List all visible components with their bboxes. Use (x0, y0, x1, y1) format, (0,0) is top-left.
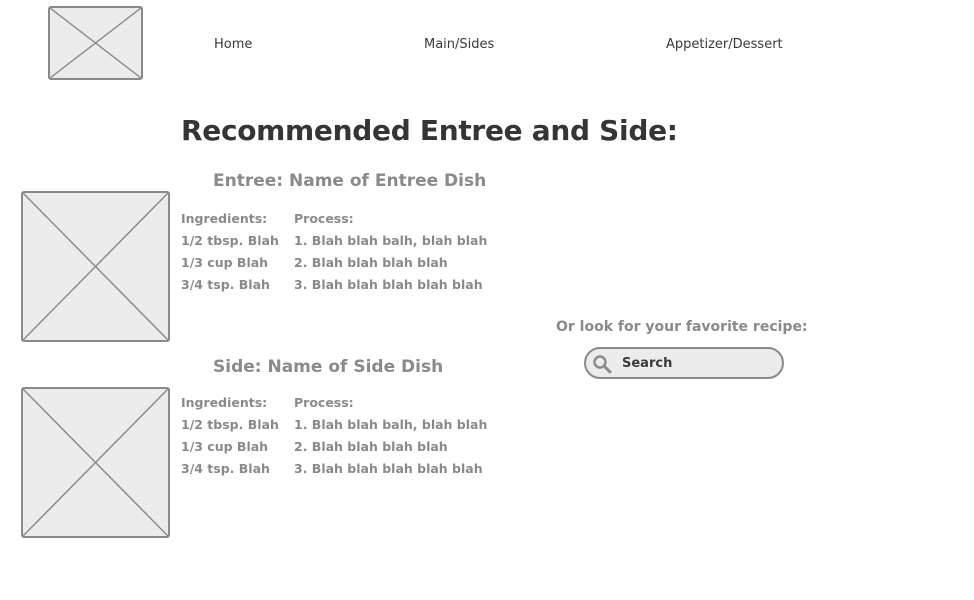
search-label: Or look for your favorite recipe: (556, 319, 808, 335)
nav-main-sides-link[interactable]: Main/Sides (424, 37, 494, 52)
side-process-step: 2. Blah blah blah blah (294, 439, 448, 454)
logo-image-placeholder[interactable] (48, 6, 143, 80)
entree-ingredients-header: Ingredients: (181, 211, 268, 226)
nav-home-link[interactable]: Home (214, 37, 252, 52)
search-input[interactable] (622, 353, 772, 373)
entree-ingredient-item: 3/4 tsp. Blah (181, 277, 270, 292)
entree-process-step: 1. Blah blah balh, blah blah (294, 233, 488, 248)
side-ingredient-item: 3/4 tsp. Blah (181, 461, 270, 476)
side-process-step: 3. Blah blah blah blah blah (294, 461, 483, 476)
entree-ingredient-item: 1/3 cup Blah (181, 255, 269, 270)
side-ingredient-item: 1/3 cup Blah (181, 439, 269, 454)
entree-title[interactable]: Entree: Name of Entree Dish (213, 171, 486, 191)
image-placeholder-icon (50, 8, 141, 78)
side-title[interactable]: Side: Name of Side Dish (213, 357, 443, 377)
side-process-list: Process: 1. Blah blah balh, blah blah 2.… (294, 392, 487, 480)
search-icon (593, 355, 612, 374)
entree-process-list: Process: 1. Blah blah balh, blah blah 2.… (294, 208, 487, 296)
entree-process-header: Process: (294, 211, 354, 226)
side-ingredient-item: 1/2 tbsp. Blah (181, 417, 279, 432)
side-process-header: Process: (294, 395, 354, 410)
image-placeholder-icon (23, 389, 168, 536)
image-placeholder-icon (23, 193, 168, 340)
search-box[interactable] (584, 347, 784, 379)
side-process-step: 1. Blah blah balh, blah blah (294, 417, 488, 432)
entree-ingredients-list: Ingredients: 1/2 tbsp. Blah 1/3 cup Blah… (181, 208, 279, 296)
side-ingredients-list: Ingredients: 1/2 tbsp. Blah 1/3 cup Blah… (181, 392, 279, 480)
nav-appetizer-dessert-link[interactable]: Appetizer/Dessert (666, 37, 783, 52)
entree-process-step: 2. Blah blah blah blah (294, 255, 448, 270)
entree-image-placeholder (21, 191, 170, 342)
side-ingredients-header: Ingredients: (181, 395, 268, 410)
entree-process-step: 3. Blah blah blah blah blah (294, 277, 483, 292)
entree-ingredient-item: 1/2 tbsp. Blah (181, 233, 279, 248)
side-image-placeholder (21, 387, 170, 538)
page-title: Recommended Entree and Side: (181, 114, 678, 147)
